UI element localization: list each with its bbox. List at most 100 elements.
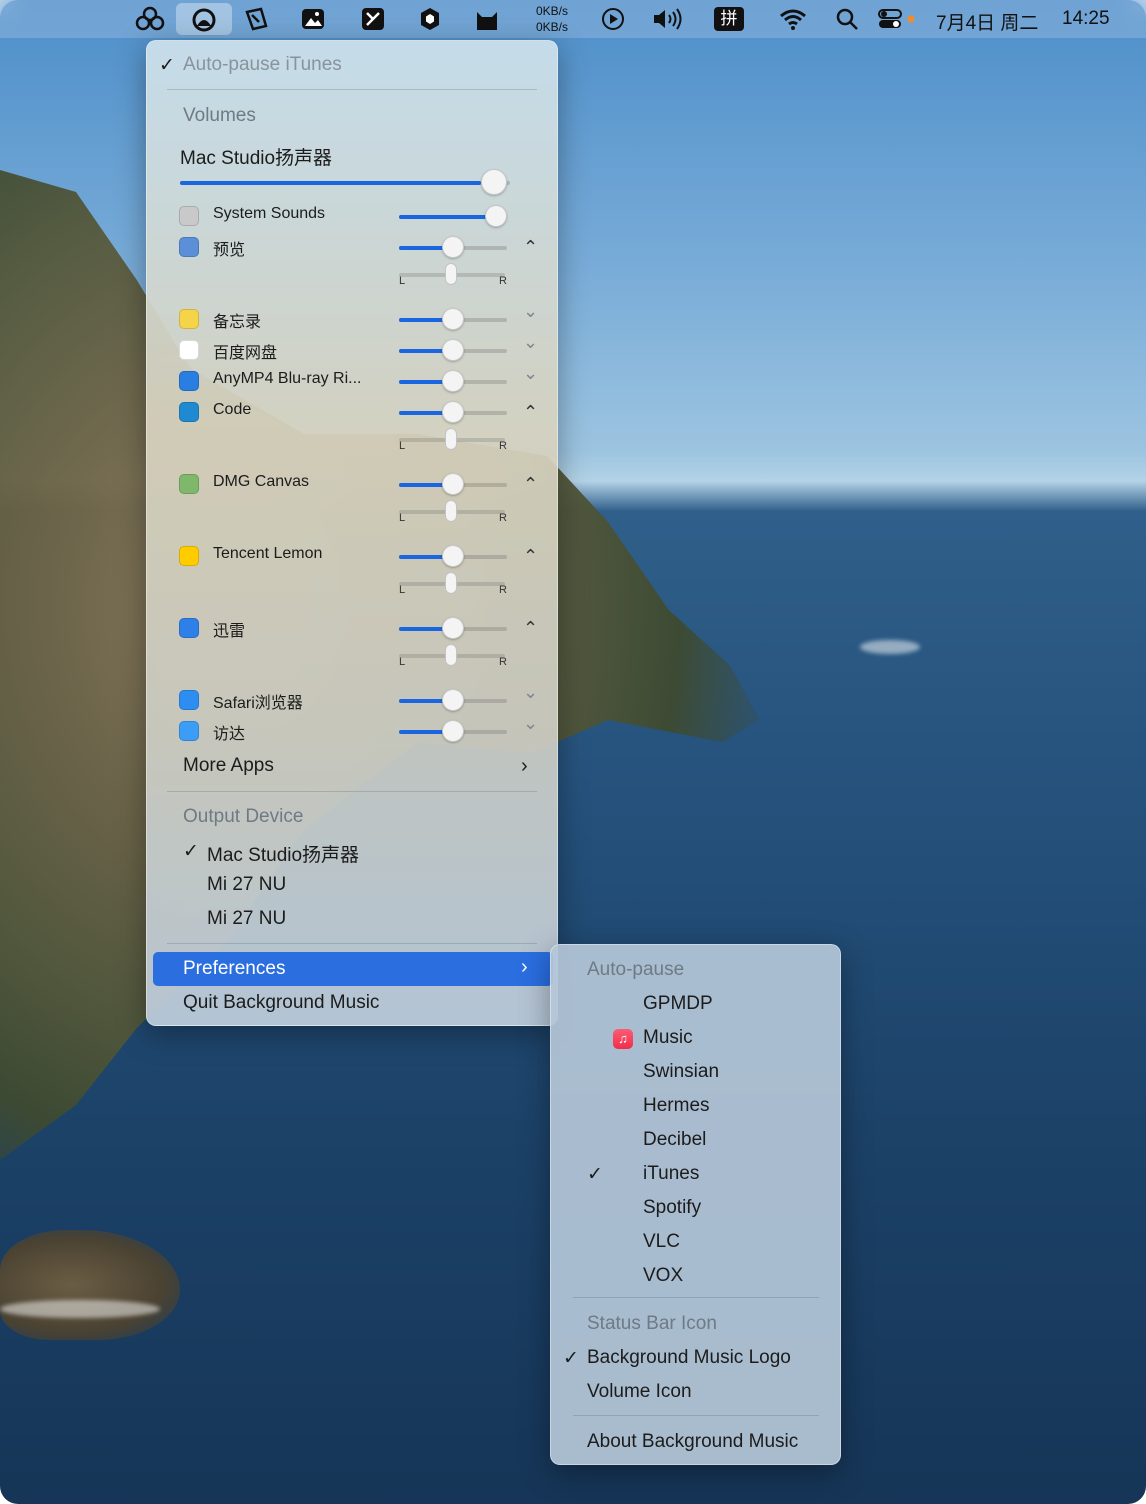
app-volume-slider[interactable] [399, 401, 507, 423]
slider-knob[interactable] [442, 370, 464, 392]
app-volume-slider[interactable] [399, 205, 508, 227]
separator [573, 1415, 819, 1416]
app-name-label: DMG Canvas [213, 473, 310, 490]
slider-knob[interactable] [485, 205, 508, 227]
slider-knob[interactable] [442, 545, 464, 567]
chevron-up-icon[interactable]: ⌃ [523, 546, 538, 567]
separator [167, 89, 537, 90]
player-item[interactable]: Spotify [643, 1197, 701, 1219]
safari-icon [179, 690, 199, 710]
background-music-menu: ✓ Auto-pause iTunes Volumes Mac Studio扬声… [146, 40, 558, 1026]
kanban-icon[interactable] [358, 5, 388, 33]
player-item[interactable]: VOX [643, 1265, 683, 1287]
app-volume-slider[interactable] [399, 689, 507, 711]
app-volume-row: 迅雷 ⌃ [179, 616, 549, 644]
chevron-down-icon[interactable]: ⌄ [523, 301, 538, 322]
quit-item[interactable]: Quit Background Music [183, 992, 379, 1014]
slider-knob[interactable] [442, 720, 464, 742]
menubar-date[interactable]: 7月4日 周二 [936, 8, 1038, 35]
xunlei-icon [179, 618, 199, 638]
slider-knob[interactable] [442, 401, 464, 423]
pan-right-label: R [499, 656, 507, 668]
photo-icon[interactable] [298, 5, 328, 33]
pan-knob[interactable] [445, 263, 457, 285]
player-item[interactable]: Music [643, 1027, 693, 1049]
app-volume-slider[interactable] [399, 617, 507, 639]
player-item[interactable]: Swinsian [643, 1061, 719, 1083]
pan-left-label: L [399, 440, 406, 452]
slider-knob[interactable] [442, 689, 464, 711]
edit-icon[interactable] [241, 5, 271, 33]
app-volume-slider[interactable] [399, 308, 507, 330]
app-volume-slider[interactable] [399, 473, 507, 495]
status-option-volume-icon[interactable]: Volume Icon [587, 1381, 692, 1403]
shield-icon[interactable] [415, 5, 445, 33]
network-speed: 0KB/s 0KB/s [536, 3, 568, 35]
app-volume-row: Tencent Lemon ⌃ [179, 544, 549, 572]
play-icon[interactable] [598, 5, 628, 33]
player-item[interactable]: GPMDP [643, 993, 713, 1015]
chevron-right-icon: › [521, 755, 528, 777]
output-device-item[interactable]: Mi 27 NU [207, 908, 286, 930]
pan-knob[interactable] [445, 428, 457, 450]
pan-slider[interactable]: LR [399, 500, 507, 524]
chevron-down-icon[interactable]: ⌄ [523, 363, 538, 384]
app-volume-slider[interactable] [399, 545, 507, 567]
pan-knob[interactable] [445, 572, 457, 594]
pan-right-label: R [499, 584, 507, 596]
dmg-canvas-icon [179, 474, 199, 494]
input-method-icon[interactable]: 拼 [714, 5, 744, 33]
slider-knob[interactable] [442, 339, 464, 361]
pan-slider[interactable]: LR [399, 263, 507, 287]
app-name-label: 备忘录 [213, 314, 262, 331]
input-method-glyph: 拼 [714, 7, 744, 31]
chevron-down-icon[interactable]: ⌄ [523, 713, 538, 734]
chevron-up-icon[interactable]: ⌃ [523, 474, 538, 495]
auto-pause-itunes-item[interactable]: Auto-pause iTunes [183, 54, 342, 76]
player-item[interactable]: Hermes [643, 1095, 710, 1117]
output-device-item[interactable]: Mi 27 NU [207, 874, 286, 896]
status-option-logo[interactable]: Background Music Logo [587, 1347, 791, 1369]
volume-icon[interactable] [650, 5, 688, 33]
about-item[interactable]: About Background Music [587, 1431, 798, 1453]
pan-knob[interactable] [445, 644, 457, 666]
device-volume-knob[interactable] [480, 169, 507, 195]
slider-knob[interactable] [442, 236, 464, 258]
player-item[interactable]: iTunes [643, 1163, 699, 1185]
output-device-item[interactable]: Mac Studio扬声器 [207, 840, 359, 867]
more-apps-item[interactable]: More Apps [183, 755, 274, 777]
app-volume-slider[interactable] [399, 370, 507, 392]
chevron-up-icon[interactable]: ⌃ [523, 237, 538, 258]
bgm-app-icon[interactable] [135, 5, 165, 33]
menubar-time[interactable]: 14:25 [1062, 8, 1110, 30]
app-name-label: AnyMP4 Blu-ray Ri... [213, 370, 362, 387]
pan-knob[interactable] [445, 500, 457, 522]
chevron-down-icon[interactable]: ⌄ [523, 332, 538, 353]
control-center-icon[interactable] [874, 5, 920, 33]
wifi-icon[interactable] [778, 5, 808, 33]
device-volume-slider[interactable] [180, 169, 510, 195]
pan-slider[interactable]: LR [399, 572, 507, 596]
finder-icon [179, 721, 199, 741]
chevron-down-icon[interactable]: ⌄ [523, 682, 538, 703]
player-item[interactable]: VLC [643, 1231, 680, 1253]
player-item[interactable]: Decibel [643, 1129, 706, 1151]
chevron-up-icon[interactable]: ⌃ [523, 402, 538, 423]
pan-slider[interactable]: LR [399, 644, 507, 668]
background-music-icon[interactable] [176, 3, 232, 35]
app-volume-row: 百度网盘 ⌄ [179, 332, 549, 366]
pan-slider[interactable]: LR [399, 428, 507, 452]
search-icon[interactable] [832, 5, 862, 33]
slider-knob[interactable] [442, 617, 464, 639]
separator [167, 791, 537, 792]
app-volume-slider[interactable] [399, 339, 507, 361]
slider-knob[interactable] [442, 308, 464, 330]
pan-left-label: L [399, 656, 406, 668]
app-volume-slider[interactable] [399, 236, 507, 258]
chevron-up-icon[interactable]: ⌃ [523, 618, 538, 639]
cat-icon[interactable] [472, 5, 502, 33]
app-name-label: Safari浏览器 [213, 695, 303, 712]
app-volume-slider[interactable] [399, 720, 507, 742]
pan-left-label: L [399, 584, 406, 596]
slider-knob[interactable] [442, 473, 464, 495]
